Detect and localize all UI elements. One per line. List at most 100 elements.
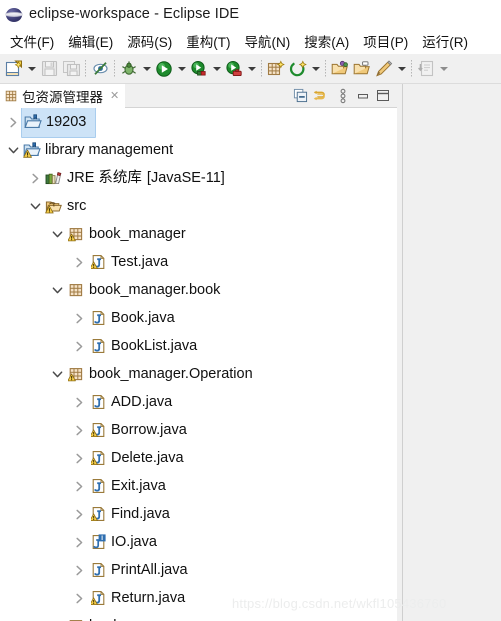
menu-edit[interactable]: 编辑(E) [61, 29, 120, 54]
menu-search[interactable]: 搜索(A) [297, 29, 356, 54]
menu-bar: 文件(F) 编辑(E) 源码(S) 重构(T) 导航(N) 搜索(A) 项目(P) 运行(R) [0, 28, 501, 54]
chevron-down-icon[interactable] [26, 192, 44, 220]
chevron-right-icon[interactable] [4, 108, 22, 136]
package-explorer-tree[interactable]: 19203 library management JRE 系统库 [JavaSE-1… [0, 108, 397, 621]
java-class-icon [88, 472, 108, 500]
tab-package-explorer[interactable]: 包资源管理器 ✕ [0, 84, 126, 108]
tree-item-src[interactable]: src [0, 192, 397, 220]
svg-text:I: I [101, 535, 103, 542]
tree-item-return-java[interactable]: Return.java [0, 584, 397, 612]
chevron-down-icon[interactable] [48, 276, 66, 304]
tree-item-content: I IO.java [88, 528, 162, 556]
tree-item-delete-java[interactable]: Delete.java [0, 444, 397, 472]
tree-item-label: library management [45, 142, 174, 158]
jre-library-icon [44, 164, 64, 192]
save-all-icon [60, 57, 82, 81]
menu-source[interactable]: 源码(S) [120, 29, 179, 54]
chevron-down-icon[interactable] [4, 136, 22, 164]
coverage-icon[interactable] [188, 57, 210, 81]
chevron-right-icon[interactable] [70, 416, 88, 444]
chevron-down-icon[interactable] [48, 220, 66, 248]
java-class-icon [88, 388, 108, 416]
tree-item-book-manager-operation[interactable]: book_manager.Operation [0, 360, 397, 388]
tree-item-content: Test.java [88, 248, 173, 276]
tree-item-library-management[interactable]: library management [0, 136, 397, 164]
menu-navigate[interactable]: 导航(N) [238, 29, 298, 54]
run-icon[interactable] [153, 57, 175, 81]
debug-dropdown-arrow[interactable] [140, 57, 153, 81]
toolbar-separator-3 [258, 58, 265, 80]
chevron-down-icon[interactable] [48, 612, 66, 621]
chevron-right-icon[interactable] [70, 444, 88, 472]
debug-icon[interactable] [118, 57, 140, 81]
next-annotation-dropdown-arrow[interactable] [437, 57, 450, 81]
chevron-right-icon[interactable] [70, 248, 88, 276]
chevron-right-icon[interactable] [70, 304, 88, 332]
run-dropdown-arrow[interactable] [175, 57, 188, 81]
eclipse-ide-window: eclipse-workspace - Eclipse IDE 文件(F) 编辑(… [0, 0, 501, 621]
chevron-right-icon[interactable] [70, 556, 88, 584]
view-menu-icon[interactable] [333, 86, 353, 106]
chevron-right-icon[interactable] [26, 164, 44, 192]
editor-area-placeholder [402, 84, 501, 621]
menu-refactor[interactable]: 重构(T) [179, 29, 237, 54]
new-java-class-icon[interactable] [287, 57, 309, 81]
view-toolbar [125, 84, 397, 108]
tree-item-content: PrintAll.java [88, 556, 193, 584]
collapse-all-icon[interactable] [290, 86, 310, 106]
main-toolbar [0, 54, 501, 84]
tree-item-book-manager[interactable]: book_manager [0, 220, 397, 248]
tree-item-content: book_manager.Operation [66, 360, 258, 388]
chevron-right-icon[interactable] [70, 500, 88, 528]
tree-item-booklist-java[interactable]: BookList.java [0, 332, 397, 360]
chevron-right-icon[interactable] [70, 332, 88, 360]
run-external-tools-icon[interactable] [223, 57, 245, 81]
toggle-mark-occurrences-icon[interactable] [89, 57, 111, 81]
search-dropdown-arrow[interactable] [395, 57, 408, 81]
chevron-right-icon[interactable] [70, 388, 88, 416]
tree-item-io-java[interactable]: I IO.java [0, 528, 397, 556]
tree-item-printall-java[interactable]: PrintAll.java [0, 556, 397, 584]
minimize-view-icon[interactable] [353, 86, 373, 106]
open-type-icon[interactable] [329, 57, 351, 81]
new-icon[interactable] [3, 57, 25, 81]
tree-item-test-java[interactable]: Test.java [0, 248, 397, 276]
eclipse-logo-icon [5, 5, 23, 23]
tree-item-book-java[interactable]: Book.java [0, 304, 397, 332]
tree-item-book-manager-book[interactable]: book_manager.book [0, 276, 397, 304]
maximize-view-icon[interactable] [373, 86, 393, 106]
tree-item-content: library management [22, 136, 178, 164]
close-icon[interactable]: ✕ [110, 90, 119, 102]
chevron-down-icon[interactable] [48, 360, 66, 388]
new-class-dropdown-arrow[interactable] [309, 57, 322, 81]
tree-item-add-java[interactable]: ADD.java [0, 388, 397, 416]
tree-item-label: Borrow.java [111, 422, 187, 438]
chevron-right-icon[interactable] [70, 472, 88, 500]
java-class-icon [88, 304, 108, 332]
link-with-editor-icon[interactable] [310, 86, 330, 106]
tree-item-label: ADD.java [111, 394, 173, 410]
package-explorer-view: 包资源管理器 ✕ 19203 library management JRE 系统… [0, 84, 397, 621]
new-dropdown-arrow[interactable] [25, 57, 38, 81]
external-tools-dropdown-arrow[interactable] [245, 57, 258, 81]
search-icon[interactable] [373, 57, 395, 81]
tree-item-book-manager-user[interactable]: book_manager.user [0, 612, 397, 621]
tree-item-exit-java[interactable]: Exit.java [0, 472, 397, 500]
tree-item-content: BookList.java [88, 332, 202, 360]
new-java-package-icon[interactable] [265, 57, 287, 81]
next-annotation-icon [415, 57, 437, 81]
open-task-icon[interactable] [351, 57, 373, 81]
tree-item-borrow-java[interactable]: Borrow.java [0, 416, 397, 444]
menu-run[interactable]: 运行(R) [415, 29, 475, 54]
chevron-right-icon[interactable] [70, 528, 88, 556]
tree-item-label: book_manager.Operation [89, 366, 253, 382]
chevron-right-icon[interactable] [70, 584, 88, 612]
menu-project[interactable]: 项目(P) [356, 29, 415, 54]
java-class-warning-icon [88, 416, 108, 444]
tree-item-find-java[interactable]: Find.java [0, 500, 397, 528]
tree-item-jre-system-library[interactable]: JRE 系统库 [JavaSE-11] [0, 164, 397, 192]
tree-item-label: book_manager [89, 226, 186, 242]
coverage-dropdown-arrow[interactable] [210, 57, 223, 81]
tree-item-19203[interactable]: 19203 [0, 108, 397, 138]
menu-file[interactable]: 文件(F) [3, 29, 61, 54]
